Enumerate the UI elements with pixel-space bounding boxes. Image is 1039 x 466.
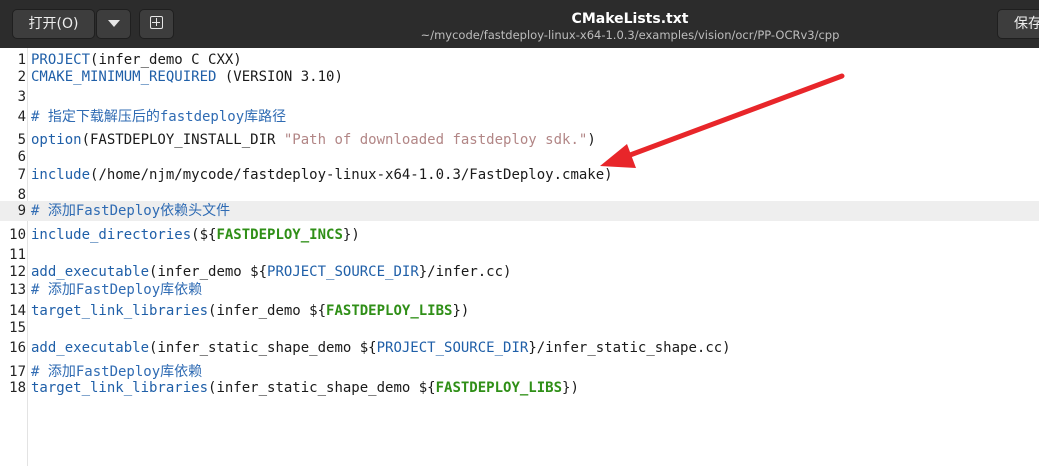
line-number: 10: [9, 227, 26, 243]
line-number: 16: [9, 340, 26, 356]
line-number: 6: [17, 149, 26, 165]
code-token: ): [587, 132, 596, 148]
code-token: (${: [191, 227, 217, 243]
code-text: add_executable(infer_static_shape_demo $…: [31, 338, 731, 358]
code-token: }): [562, 380, 579, 396]
code-line[interactable]: 12 add_executable(infer_demo ${PROJECT_SO…: [0, 262, 1039, 282]
code-token: (infer_static_shape_demo ${: [208, 380, 436, 396]
code-token: FASTDEPLOY_INCS: [216, 227, 343, 243]
text-editor[interactable]: 1 PROJECT(infer_demo C CXX) 2 CMAKE_MINIMUM…: [0, 48, 1039, 466]
code-token: # 添加FastDeploy依赖头文件: [31, 203, 231, 219]
code-token: target_link_libraries: [31, 380, 209, 396]
code-token: }): [342, 227, 360, 243]
code-token: "Path of downloaded fastdeploy sdk.": [283, 132, 588, 148]
code-token: option: [31, 132, 82, 148]
code-line[interactable]: 16 add_executable(infer_static_shape_demo…: [0, 338, 1039, 358]
code-token: PROJECT_SOURCE_DIR: [267, 264, 419, 280]
code-token: (VERSION 3.10): [216, 69, 343, 85]
code-line[interactable]: 4 # 指定下载解压后的fastdeploy库路径: [0, 107, 1039, 127]
code-token: include: [31, 167, 91, 183]
file-path: ~/mycode/fastdeploy-linux-x64-1.0.3/exam…: [420, 28, 840, 42]
code-text: CMAKE_MINIMUM_REQUIRED (VERSION 3.10): [31, 67, 343, 87]
code-text: # 指定下载解压后的fastdeploy库路径: [31, 107, 286, 127]
code-token: include_directories: [31, 227, 192, 243]
code-token: FASTDEPLOY_LIBS: [326, 303, 453, 319]
line-number: 9: [17, 203, 26, 219]
code-token: target_link_libraries: [31, 303, 209, 319]
code-token: add_executable: [31, 340, 150, 356]
line-number: 18: [9, 380, 26, 396]
code-token: (infer_demo C CXX): [90, 52, 242, 68]
code-token: (infer_demo ${: [208, 303, 327, 319]
save-label: 保存: [1014, 16, 1039, 32]
code-token: (infer_static_shape_demo ${: [149, 340, 377, 356]
code-text: include(/home/njm/mycode/fastdeploy-linu…: [31, 165, 613, 185]
code-line[interactable]: 18 target_link_libraries(infer_static_sha…: [0, 378, 1039, 398]
code-line[interactable]: 10 include_directories(${FASTDEPLOY_INCS}…: [0, 225, 1039, 245]
line-number: 4: [17, 109, 26, 125]
code-token: }): [452, 303, 470, 319]
code-line[interactable]: 13 # 添加FastDeploy库依赖: [0, 280, 1039, 300]
save-button[interactable]: 保存: [997, 9, 1039, 39]
code-token: (/home/njm/mycode/fastdeploy-linux-x64-1…: [90, 167, 613, 183]
code-line[interactable]: 9 # 添加FastDeploy依赖头文件: [0, 201, 1039, 221]
code-token: }/infer_static_shape.cc): [528, 340, 731, 356]
code-line[interactable]: 7 include(/home/njm/mycode/fastdeploy-lin…: [0, 165, 1039, 185]
code-line[interactable]: 6: [0, 147, 1039, 167]
code-token: }/infer.cc): [418, 264, 512, 280]
code-token: FASTDEPLOY_LIBS: [435, 380, 563, 396]
header-bar: 打开(O) CMakeLists.txt ~/mycode/fastdeploy…: [0, 0, 1039, 48]
code-token: add_executable: [31, 264, 150, 280]
line-number: 7: [17, 167, 26, 183]
code-line[interactable]: 3: [0, 87, 1039, 107]
code-text: # 添加FastDeploy库依赖: [31, 280, 202, 300]
code-text: include_directories(${FASTDEPLOY_INCS}): [31, 225, 360, 245]
code-token: (FASTDEPLOY_INSTALL_DIR: [81, 132, 284, 148]
code-token: # 指定下载解压后的fastdeploy库路径: [31, 109, 287, 125]
code-token: CMAKE_MINIMUM_REQUIRED: [31, 69, 217, 85]
code-text: # 添加FastDeploy依赖头文件: [31, 201, 230, 221]
code-line[interactable]: 2 CMAKE_MINIMUM_REQUIRED (VERSION 3.10): [0, 67, 1039, 87]
code-line[interactable]: 15: [0, 318, 1039, 338]
code-token: PROJECT: [31, 52, 91, 68]
line-number: 12: [9, 264, 26, 280]
line-number: 2: [17, 69, 26, 85]
line-number: 3: [17, 89, 26, 105]
code-token: PROJECT_SOURCE_DIR: [376, 340, 529, 356]
code-token: # 添加FastDeploy库依赖: [31, 282, 203, 298]
code-text: add_executable(infer_demo ${PROJECT_SOUR…: [31, 262, 511, 282]
window-title: CMakeLists.txt: [571, 11, 689, 27]
code-text: target_link_libraries(infer_static_shape…: [31, 378, 579, 398]
line-number: 13: [9, 282, 26, 298]
line-number: 15: [9, 320, 26, 336]
code-token: (infer_demo ${: [149, 264, 268, 280]
